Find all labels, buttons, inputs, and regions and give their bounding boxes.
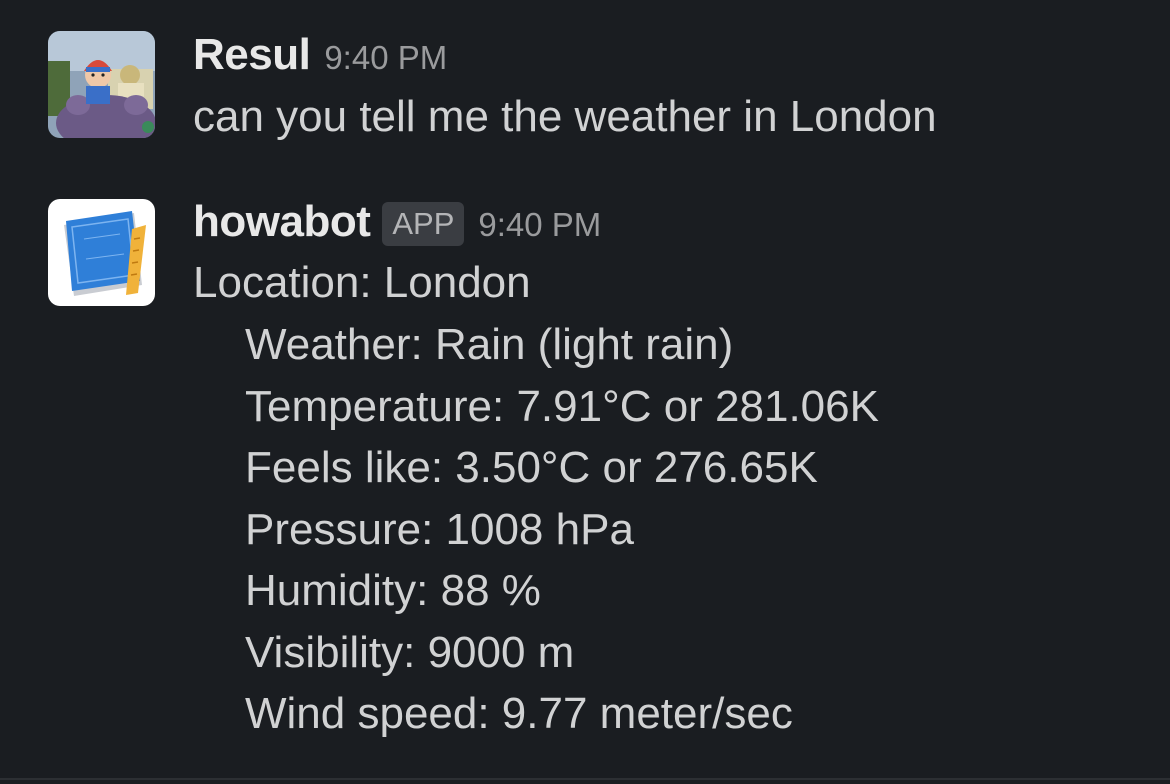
sender-name[interactable]: Resul (193, 30, 311, 80)
location-line: Location: London (193, 258, 531, 307)
divider (0, 778, 1170, 780)
blueprint-ruler-icon (48, 199, 155, 306)
wind-speed-line: Wind speed: 9.77 meter/sec (245, 689, 793, 738)
message-header: howabot APP 9:40 PM (193, 197, 1150, 248)
user-photo-avatar (48, 31, 155, 138)
message-text: can you tell me the weather in London (193, 92, 937, 141)
message-timestamp[interactable]: 9:40 PM (324, 39, 447, 77)
humidity-line: Humidity: 88 % (245, 566, 541, 615)
pressure-line: Pressure: 1008 hPa (245, 504, 634, 554)
message-header: Resul 9:40 PM (193, 30, 1150, 80)
weather-line: Weather: Rain (light rain) (245, 320, 734, 369)
feels-like-line: Feels like: 3.50°C or 276.65K (245, 443, 818, 492)
app-badge: APP (382, 202, 465, 246)
user-avatar[interactable] (48, 31, 155, 138)
visibility-line: Visibility: 9000 m (245, 627, 575, 677)
bot-avatar[interactable] (48, 199, 155, 306)
message-timestamp[interactable]: 9:40 PM (478, 206, 601, 244)
sender-name[interactable]: howabot (193, 197, 371, 247)
weather-details: Weather: Rain (light rain) Temperature: … (193, 314, 1150, 745)
temperature-line: Temperature: 7.91°C or 281.06K (245, 381, 879, 431)
